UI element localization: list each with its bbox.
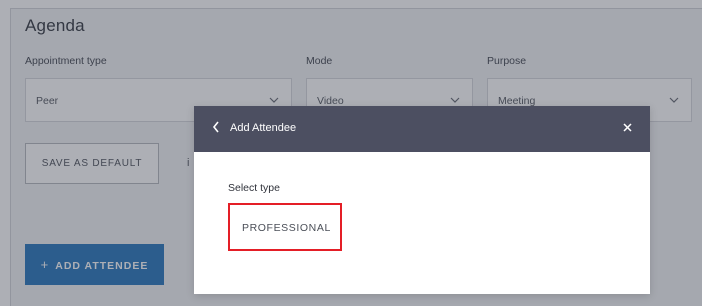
back-chevron-icon[interactable] — [212, 121, 220, 133]
close-icon[interactable] — [623, 123, 632, 132]
type-option-professional[interactable]: PROFESSIONAL — [228, 203, 342, 251]
screen: Agenda Appointment type Mode Purpose Pee… — [0, 0, 702, 306]
select-type-label: Select type — [228, 182, 280, 194]
add-attendee-modal: Add Attendee Select type PROFESSIONAL — [194, 106, 650, 294]
modal-header: Add Attendee — [194, 106, 650, 152]
modal-title: Add Attendee — [230, 122, 297, 134]
type-option-label: PROFESSIONAL — [242, 222, 331, 234]
